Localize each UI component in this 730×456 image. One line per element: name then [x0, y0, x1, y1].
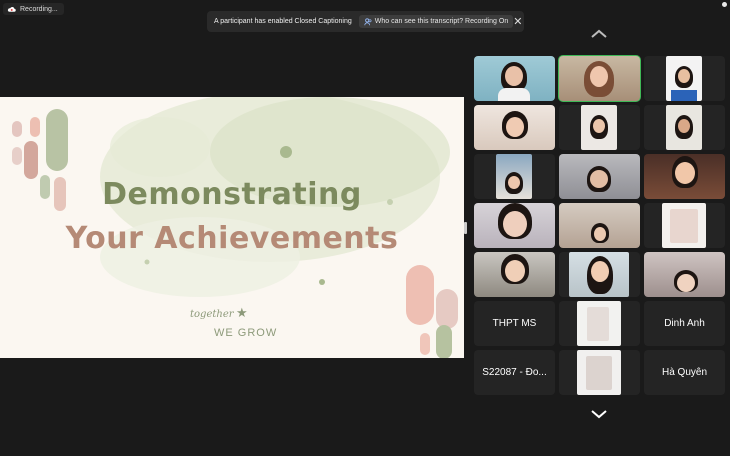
slide-title-line1: Demonstrating	[102, 177, 362, 212]
participant-tile[interactable]: Dinh Anh	[644, 301, 725, 346]
cloud-recording-icon	[7, 6, 16, 12]
participant-face	[508, 176, 520, 189]
participant-tile[interactable]	[644, 203, 725, 248]
participant-tile[interactable]	[559, 105, 640, 150]
participant-face	[593, 119, 605, 133]
status-dot	[722, 2, 727, 7]
participant-name: S22087 - Đo...	[482, 367, 547, 378]
participant-figure	[586, 356, 612, 390]
banner-message: A participant has enabled Closed Caption…	[214, 18, 352, 25]
split-view-handle[interactable]	[464, 222, 467, 234]
slide-tagline: WE GROW	[214, 327, 278, 339]
recording-indicator[interactable]: Recording...	[3, 3, 64, 15]
participant-face	[675, 162, 695, 184]
participant-figure	[587, 307, 609, 341]
participant-tile[interactable]	[644, 105, 725, 150]
participant-face	[678, 119, 690, 133]
participant-tile[interactable]	[559, 252, 640, 297]
transcript-visibility-button[interactable]: Who can see this transcript? Recording O…	[358, 15, 514, 28]
participant-face	[594, 227, 606, 241]
participant-tile[interactable]	[474, 154, 555, 199]
participant-face	[506, 117, 524, 137]
participant-figure	[670, 209, 698, 243]
participant-tile[interactable]	[644, 252, 725, 297]
people-icon	[364, 17, 372, 25]
participant-face	[505, 260, 525, 282]
participant-tile[interactable]	[474, 203, 555, 248]
participant-shirt	[498, 88, 530, 101]
participant-tile[interactable]	[474, 56, 555, 101]
transcript-visibility-label: Who can see this transcript? Recording O…	[374, 18, 509, 25]
participant-face	[677, 274, 695, 292]
participant-tile[interactable]	[559, 350, 640, 395]
participant-face	[678, 69, 690, 83]
participant-tile[interactable]	[644, 56, 725, 101]
participant-tile[interactable]	[644, 154, 725, 199]
captioning-banner: A participant has enabled Closed Caption…	[207, 11, 524, 32]
participant-tile[interactable]	[474, 252, 555, 297]
participant-name: THPT MS	[492, 318, 537, 329]
participant-tile[interactable]	[559, 203, 640, 248]
slide-script-text: together	[190, 309, 234, 320]
participant-name: Hà Quyên	[661, 367, 708, 378]
star-icon: ★	[236, 305, 248, 320]
recording-label: Recording...	[20, 5, 58, 13]
chevron-up-icon[interactable]	[589, 27, 609, 41]
participant-tile[interactable]	[559, 301, 640, 346]
participant-face	[591, 261, 609, 282]
participant-face	[590, 170, 608, 188]
participant-tile[interactable]: Hà Quyên	[644, 350, 725, 395]
slide-title-line2: Your Achievements	[65, 221, 399, 256]
chevron-down-icon[interactable]	[589, 407, 609, 421]
participant-tile-active-speaker[interactable]	[558, 55, 641, 102]
participant-face	[590, 66, 608, 87]
close-icon[interactable]: ✕	[513, 15, 522, 28]
participant-face	[503, 211, 527, 237]
participant-shirt	[671, 90, 697, 101]
participant-tile[interactable]	[474, 105, 555, 150]
participant-tile[interactable]	[559, 154, 640, 199]
participant-tile[interactable]: S22087 - Đo...	[474, 350, 555, 395]
participant-name: Dinh Anh	[664, 318, 705, 329]
participant-tile[interactable]: THPT MS	[474, 301, 555, 346]
shared-screen-slide[interactable]: Demonstrating Your Achievements together…	[0, 97, 464, 358]
participant-face	[505, 66, 523, 86]
